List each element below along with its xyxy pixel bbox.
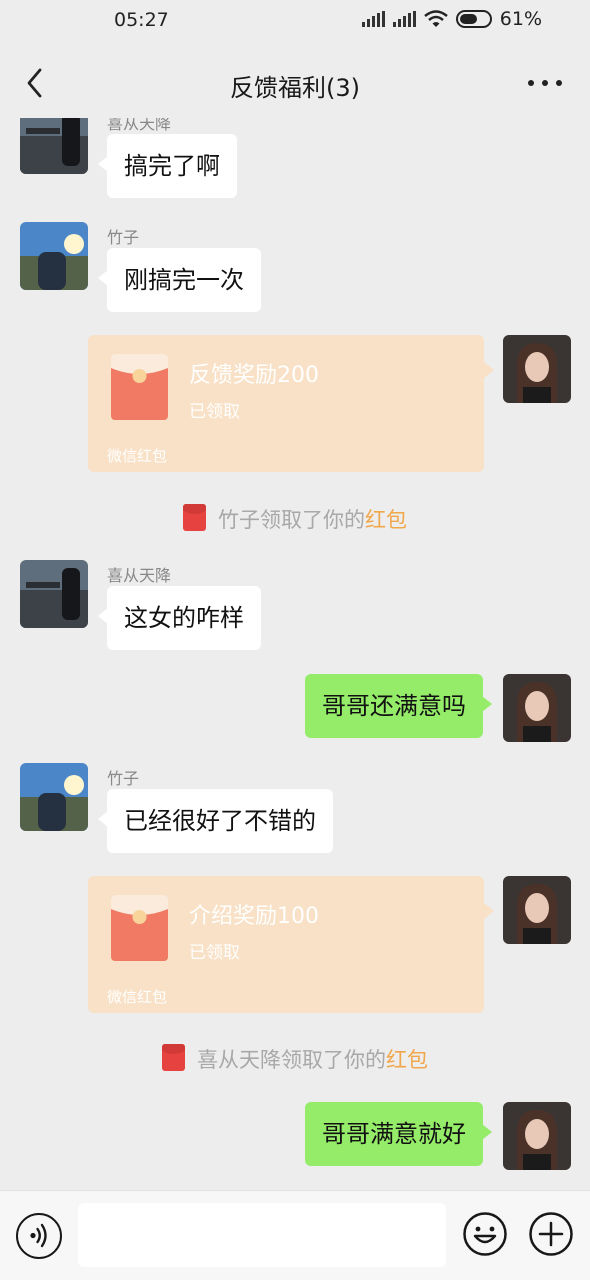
red-packet-title: 反馈奖励200 [189, 363, 319, 388]
input-bar [0, 1190, 590, 1280]
chat-list[interactable]: 喜从天降 搞完了啊 竹子 刚搞完一次 反馈奖励200 已领取 微信红包 竹子领取… [0, 118, 590, 1190]
message-bubble[interactable]: 已经很好了不错的 [98, 789, 333, 853]
signal-icon [361, 11, 385, 27]
red-packet-title: 介绍奖励100 [189, 904, 319, 929]
message-bubble[interactable]: 搞完了啊 [98, 134, 237, 198]
more-dots-icon[interactable] [528, 72, 562, 94]
avatar[interactable] [20, 560, 88, 628]
red-packet-status: 已领取 [189, 402, 240, 422]
avatar[interactable] [503, 876, 571, 944]
battery-percent: 61% [499, 8, 542, 30]
avatar[interactable] [503, 1102, 571, 1170]
red-packet-icon [183, 504, 206, 531]
red-packet-card[interactable]: 反馈奖励200 已领取 微信红包 [88, 335, 494, 472]
red-packet-status: 已领取 [189, 943, 240, 963]
avatar[interactable] [503, 335, 571, 403]
message-bubble[interactable]: 这女的咋样 [98, 586, 261, 650]
chat-title: 反馈福利(3) [230, 74, 360, 102]
red-packet-brand: 微信红包 [107, 988, 168, 1006]
wifi-icon [423, 10, 448, 27]
status-time: 05:27 [114, 9, 169, 31]
avatar[interactable] [20, 222, 88, 290]
sender-name: 喜从天降 [107, 566, 172, 585]
message-bubble[interactable]: 哥哥满意就好 [305, 1102, 492, 1166]
system-message-text: 喜从天降领取了你的 [197, 1048, 386, 1072]
plus-icon[interactable] [528, 1211, 574, 1257]
system-message-text: 竹子领取了你的 [218, 508, 365, 532]
avatar[interactable] [503, 674, 571, 742]
red-packet-icon [111, 354, 168, 420]
sender-name: 竹子 [107, 228, 140, 247]
message-bubble[interactable]: 刚搞完一次 [98, 248, 261, 312]
avatar[interactable] [20, 118, 88, 174]
battery-icon [455, 10, 492, 28]
message-bubble[interactable]: 哥哥还满意吗 [305, 674, 492, 738]
signal-icon [392, 11, 416, 27]
red-packet-brand: 微信红包 [107, 447, 168, 465]
system-message: 竹子领取了你的红包 [0, 504, 590, 534]
system-message-link[interactable]: 红包 [386, 1048, 428, 1072]
status-bar: 05:27 61% [0, 0, 590, 42]
voice-icon[interactable] [16, 1213, 62, 1259]
nav-bar: 反馈福利(3) [0, 50, 590, 118]
system-message-link[interactable]: 红包 [365, 508, 407, 532]
red-packet-card[interactable]: 介绍奖励100 已领取 微信红包 [88, 876, 494, 1013]
battery-level [459, 14, 477, 24]
message-input[interactable] [78, 1203, 446, 1267]
sender-name: 竹子 [107, 769, 140, 788]
system-message: 喜从天降领取了你的红包 [0, 1044, 590, 1074]
avatar[interactable] [20, 763, 88, 831]
red-packet-icon [111, 895, 168, 961]
status-indicators: 61% [361, 8, 542, 30]
emoji-icon[interactable] [462, 1211, 508, 1257]
red-packet-icon [162, 1044, 185, 1071]
sender-name: 喜从天降 [107, 118, 172, 133]
